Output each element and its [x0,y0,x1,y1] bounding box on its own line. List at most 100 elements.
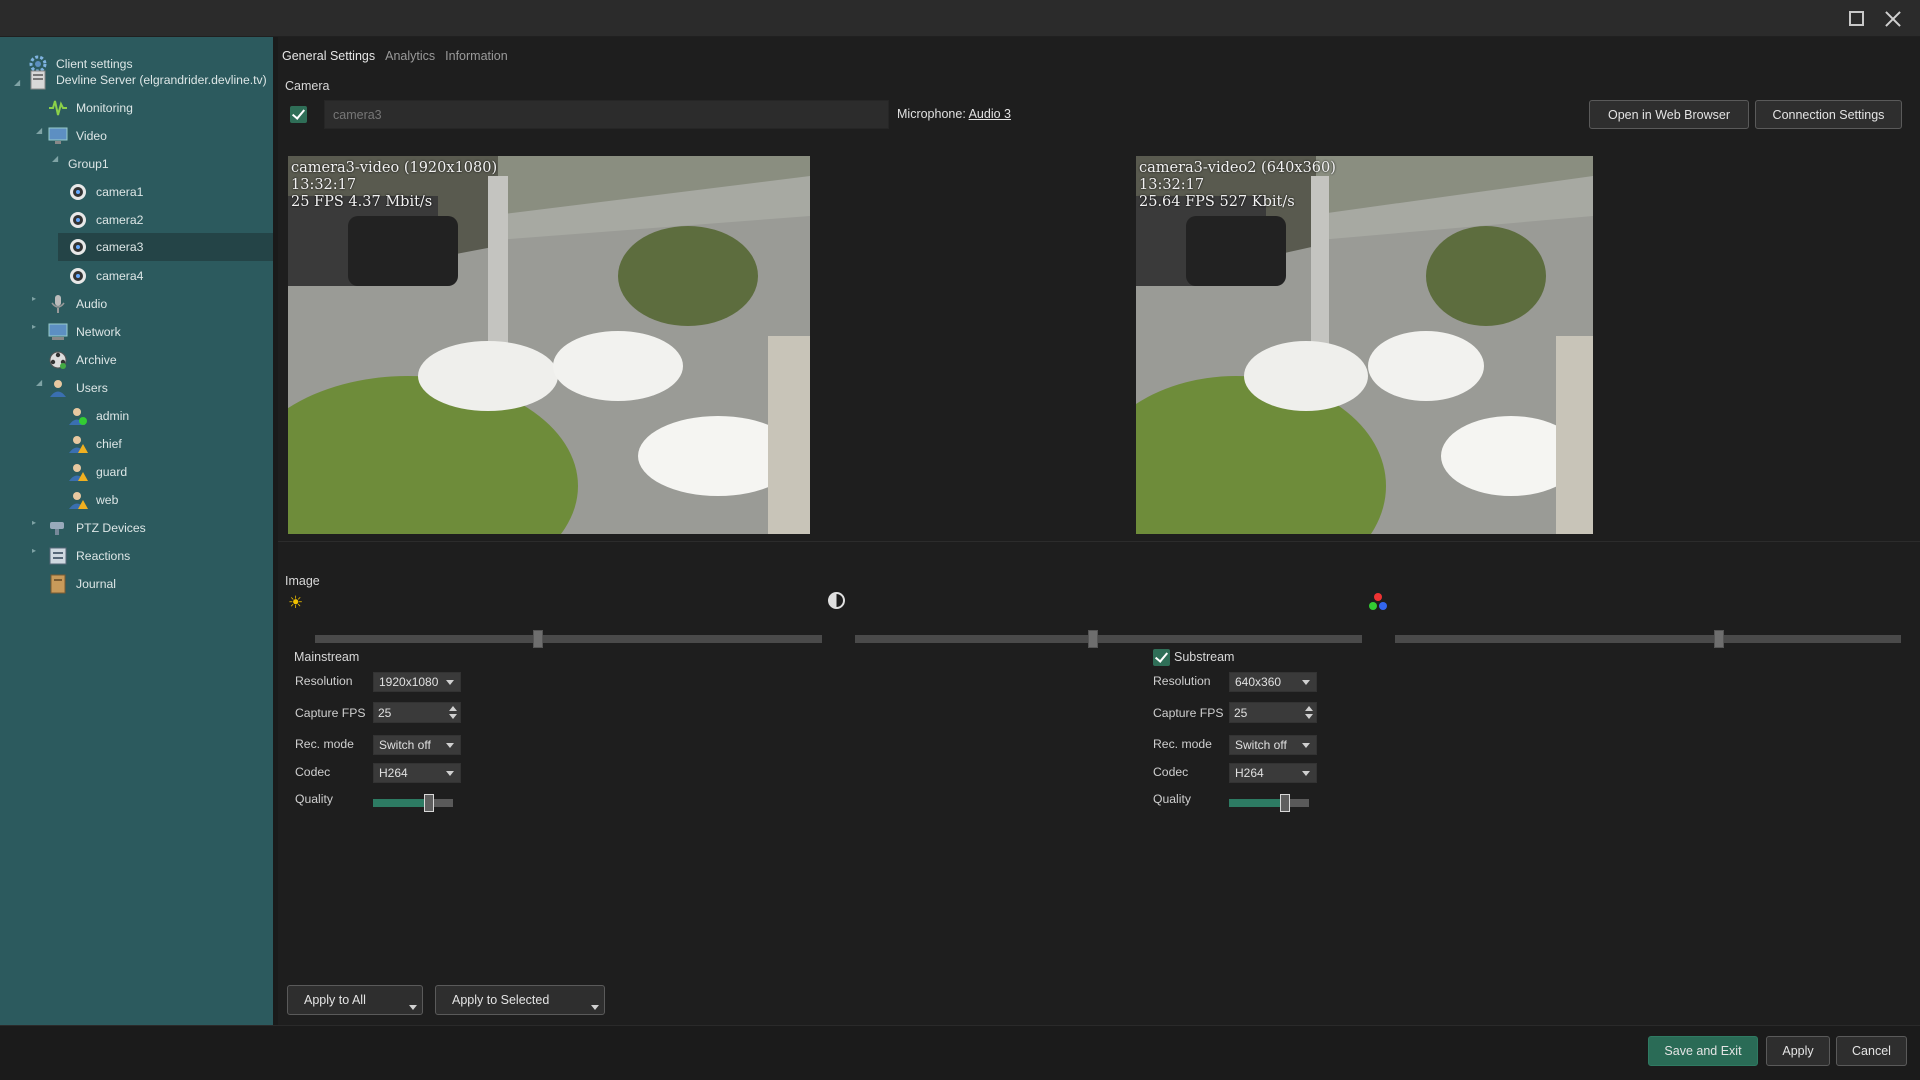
sidebar-item-label: camera4 [96,269,144,283]
saturation-slider-handle[interactable] [1713,630,1724,648]
maximize-icon[interactable] [1849,11,1864,26]
sidebar-item-camera4[interactable]: camera4 [68,263,143,289]
decrement-arrow-icon[interactable] [449,714,457,719]
mainstream-overlay: camera3-video (1920x1080) 13:32:17 25 FP… [291,160,497,211]
close-icon[interactable] [1884,9,1902,27]
quality-slider-handle[interactable] [424,794,434,812]
microphone-field: Microphone: Audio 3 [897,107,1011,121]
mainstream-fps-spinbox[interactable]: 25 [373,702,461,723]
apply-to-all-button[interactable]: Apply to All [287,985,423,1015]
camera-name-input[interactable]: camera3 [324,100,889,129]
sidebar-item-video[interactable]: Video [48,123,107,149]
brightness-slider-handle[interactable] [533,630,544,648]
bottom-bar: Save and Exit Apply Cancel [0,1025,1920,1080]
cancel-button[interactable]: Cancel [1836,1036,1907,1066]
substream-recmode-select[interactable]: Switch off [1229,735,1317,755]
collapse-arrow-icon[interactable]: ◢ [36,378,42,387]
sidebar-item-audio[interactable]: Audio [48,291,107,317]
decrement-arrow-icon[interactable] [1305,714,1313,719]
collapse-arrow-icon[interactable]: ◢ [52,154,58,163]
sidebar-item-group1[interactable]: Group1 [68,151,109,177]
tab-information[interactable]: Information [445,49,508,65]
sidebar-item-users[interactable]: Users [48,375,108,401]
sidebar-item-label: Journal [76,577,116,591]
collapse-arrow-icon[interactable]: ◢ [36,126,42,135]
sidebar-item-label: Group1 [68,157,109,171]
tab-general-settings[interactable]: General Settings [282,49,375,65]
sidebar-item-web[interactable]: web [68,487,118,513]
sidebar-item-label: chief [96,437,122,451]
preview-image [1136,156,1593,534]
expand-arrow-icon[interactable]: ▸ [32,546,36,555]
microphone-label: Microphone: [897,107,966,121]
sidebar-item-admin[interactable]: admin [68,403,129,429]
capture-fps-label: Capture FPS [1153,706,1224,720]
apply-to-selected-button[interactable]: Apply to Selected [435,985,605,1015]
sidebar-item-label: guard [96,465,128,479]
substream-enabled-checkbox[interactable] [1153,649,1170,666]
stream-name: camera3-video2 (640x360) [1139,160,1336,176]
sidebar-item-network[interactable]: Network [48,319,121,345]
sidebar-item-label: admin [96,409,130,423]
quality-label: Quality [1153,792,1191,806]
network-icon [48,322,68,342]
collapse-arrow-icon[interactable]: ◢ [14,78,20,87]
button-label: Apply to Selected [452,993,550,1007]
camera-enabled-checkbox[interactable] [290,106,307,123]
mainstream-recmode-select[interactable]: Switch off [373,735,461,755]
select-value: Switch off [1235,738,1287,752]
sidebar-item-camera3[interactable]: camera3 [58,233,273,261]
settings-tree: Client settings ◢ Devline Server (elgran… [0,37,273,1025]
substream-quality-slider[interactable] [1229,794,1309,812]
tab-analytics[interactable]: Analytics [385,49,435,65]
main-panel: General Settings Analytics Information C… [278,37,1920,1025]
quality-slider-handle[interactable] [1280,794,1290,812]
saturation-slider[interactable] [1395,635,1901,643]
camera-icon [68,182,88,202]
user-warning-icon [68,462,88,482]
expand-arrow-icon[interactable]: ▸ [32,322,36,331]
save-and-exit-button[interactable]: Save and Exit [1648,1036,1758,1066]
expand-arrow-icon[interactable]: ▸ [32,294,36,303]
stream-stats: 25.64 FPS 527 Kbit/s [1139,194,1295,210]
mainstream-quality-slider[interactable] [373,794,453,812]
sidebar-item-monitoring[interactable]: Monitoring [48,95,133,121]
substream-fps-spinbox[interactable]: 25 [1229,702,1317,723]
brightness-slider[interactable] [315,635,822,643]
connection-settings-button[interactable]: Connection Settings [1755,100,1902,129]
substream-codec-select[interactable]: H264 [1229,763,1317,783]
microphone-link[interactable]: Audio 3 [969,107,1011,121]
users-icon [48,378,68,398]
substream-resolution-select[interactable]: 640x360 [1229,672,1317,692]
divider [278,541,1920,542]
increment-arrow-icon[interactable] [449,706,457,711]
user-warning-icon [68,490,88,510]
contrast-slider[interactable] [855,635,1362,643]
sidebar-item-camera2[interactable]: camera2 [68,207,143,233]
mainstream-resolution-select[interactable]: 1920x1080 [373,672,461,692]
sidebar-item-reactions[interactable]: Reactions [48,543,130,569]
increment-arrow-icon[interactable] [1305,706,1313,711]
sidebar-item-label: camera3 [96,240,144,254]
apply-button[interactable]: Apply [1766,1036,1830,1066]
contrast-slider-handle[interactable] [1088,630,1099,648]
sidebar-item-label: web [96,493,119,507]
sidebar-item-archive[interactable]: Archive [48,347,117,373]
camera-name-placeholder: camera3 [333,107,382,122]
sidebar-item-guard[interactable]: guard [68,459,127,485]
stream-name: camera3-video (1920x1080) [291,160,498,176]
resolution-label: Resolution [295,674,353,688]
title-bar [0,0,1920,37]
sidebar-item-chief[interactable]: chief [68,431,122,457]
capture-fps-label: Capture FPS [295,706,366,720]
monitoring-icon [48,98,68,118]
sidebar-item-camera1[interactable]: camera1 [68,179,143,205]
camera-icon [68,266,88,286]
sidebar-item-journal[interactable]: Journal [48,571,116,597]
sidebar-item-ptz-devices[interactable]: PTZ Devices [48,515,146,541]
open-in-web-browser-button[interactable]: Open in Web Browser [1589,100,1749,129]
sidebar-item-server[interactable]: Devline Server (elgrandrider.devline.tv) [28,67,267,93]
mainstream-codec-select[interactable]: H264 [373,763,461,783]
expand-arrow-icon[interactable]: ▸ [32,518,36,527]
sidebar-item-label: Devline Server (elgrandrider.devline.tv) [56,73,267,87]
